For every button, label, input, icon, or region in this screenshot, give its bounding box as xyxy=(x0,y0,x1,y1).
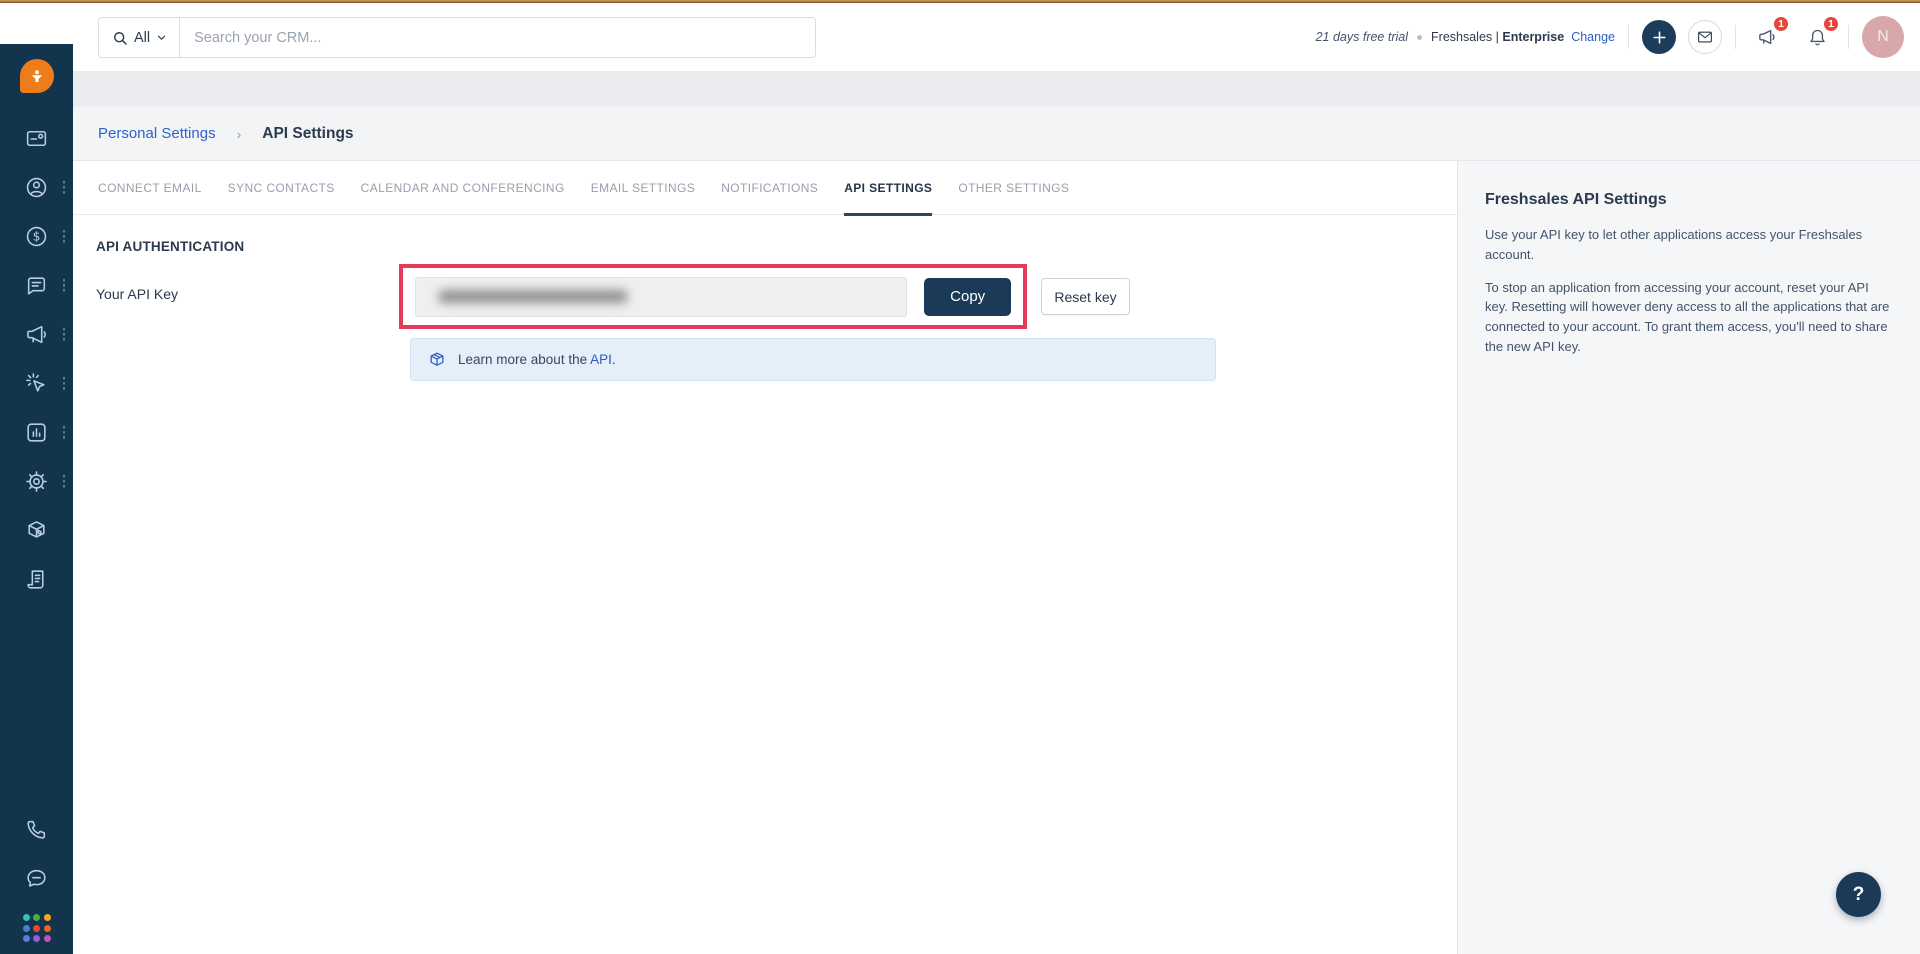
highlight-annotation: Copy xyxy=(399,264,1027,329)
topbar-right-cluster: 21 days free trial Freshsales | Enterpri… xyxy=(1316,14,1904,60)
divider xyxy=(1628,25,1629,49)
analytics-icon xyxy=(24,420,49,445)
tab-other-settings[interactable]: OTHER SETTINGS xyxy=(958,161,1069,215)
search-scope-label: All xyxy=(134,29,151,46)
kebab-menu-icon[interactable] xyxy=(62,180,65,194)
package-icon xyxy=(427,350,447,370)
svg-text:$: $ xyxy=(33,229,41,243)
sidebar-item-analytics[interactable] xyxy=(0,419,73,445)
conversations-icon xyxy=(24,273,49,298)
search-input[interactable] xyxy=(180,18,815,57)
sidebar-item-pipeline[interactable] xyxy=(0,125,73,151)
user-avatar[interactable]: N xyxy=(1862,16,1904,58)
tab-api-settings[interactable]: API SETTINGS xyxy=(844,161,933,216)
plan-name: Enterprise xyxy=(1502,30,1565,44)
api-docs-link[interactable]: API xyxy=(590,352,612,367)
search-scope-dropdown[interactable]: All xyxy=(99,18,181,57)
quick-add-button[interactable] xyxy=(1642,20,1676,54)
side-panel-paragraph: Use your API key to let other applicatio… xyxy=(1485,227,1863,262)
change-plan-link[interactable]: Change xyxy=(1571,30,1615,44)
api-key-value-redacted xyxy=(438,290,628,303)
sidebar-item-changelog[interactable] xyxy=(0,566,73,592)
tab-connect-email[interactable]: CONNECT EMAIL xyxy=(98,161,202,215)
topbar: All 21 days free trial Freshsales | Ente… xyxy=(0,3,1920,71)
kebab-menu-icon[interactable] xyxy=(62,229,65,243)
marketplace-cube-icon xyxy=(24,518,49,543)
header-strip xyxy=(73,71,1920,107)
tab-sync-contacts[interactable]: SYNC CONTACTS xyxy=(228,161,335,215)
api-key-field[interactable] xyxy=(415,276,908,317)
notifications-badge: 1 xyxy=(1822,15,1840,33)
apps-grid-icon[interactable] xyxy=(22,914,51,942)
settings-gear-icon xyxy=(24,469,49,494)
notifications-button[interactable]: 1 xyxy=(1799,15,1840,55)
freshworks-logo[interactable] xyxy=(19,59,54,93)
contacts-icon xyxy=(24,175,49,200)
sidebar-item-marketplace[interactable] xyxy=(0,517,73,543)
envelope-icon xyxy=(1696,28,1714,46)
sales-sequences-icon xyxy=(24,371,49,396)
phone-icon xyxy=(24,817,49,842)
top-accent-bar xyxy=(0,0,1920,3)
separator-dot xyxy=(1417,34,1423,40)
plus-icon xyxy=(1651,29,1668,46)
side-panel-title: Freshsales API Settings xyxy=(1485,191,1667,208)
email-button[interactable] xyxy=(1688,20,1722,54)
settings-tabs: CONNECT EMAIL SYNC CONTACTS CALENDAR AND C… xyxy=(73,161,1457,216)
sidebar-item-contacts[interactable] xyxy=(0,174,73,200)
section-title: API AUTHENTICATION xyxy=(96,239,245,254)
breadcrumb: Personal Settings › API Settings xyxy=(73,107,1920,161)
tab-notifications[interactable]: NOTIFICATIONS xyxy=(721,161,818,215)
announcements-button[interactable]: 1 xyxy=(1749,15,1790,55)
sidebar-item-chat[interactable] xyxy=(23,865,51,891)
sidebar-item-marketing[interactable] xyxy=(0,321,73,347)
divider xyxy=(1735,25,1736,49)
sidebar-item-phone[interactable] xyxy=(23,816,51,842)
api-key-label: Your API Key xyxy=(96,286,178,302)
sidebar-item-conversations[interactable] xyxy=(0,272,73,298)
global-search-bar: All xyxy=(98,17,816,58)
side-panel-paragraph: To stop an application from accessing yo… xyxy=(1485,279,1890,354)
sidebar-item-settings[interactable] xyxy=(0,468,73,494)
kebab-menu-icon[interactable] xyxy=(62,278,65,292)
announcements-badge: 1 xyxy=(1772,15,1790,33)
copy-button[interactable]: Copy xyxy=(924,277,1011,316)
sidebar-item-deals[interactable]: $ xyxy=(0,223,73,249)
info-banner-text: Learn more about the API. xyxy=(458,352,616,367)
chevron-down-icon xyxy=(156,32,167,43)
search-icon xyxy=(112,30,128,46)
sidebar-nav: $ xyxy=(0,125,73,615)
changelog-doc-icon xyxy=(24,567,49,592)
help-button[interactable]: ? xyxy=(1836,872,1881,917)
kebab-menu-icon[interactable] xyxy=(62,474,65,488)
product-plan-text: Freshsales | Enterprise xyxy=(1431,30,1565,44)
tab-calendar-and-conferencing[interactable]: CALENDAR AND CONFERENCING xyxy=(361,161,565,215)
sidebar-bottom xyxy=(22,816,51,954)
kebab-menu-icon[interactable] xyxy=(62,376,65,390)
sidebar-item-sales-sequences[interactable] xyxy=(0,370,73,396)
kebab-menu-icon[interactable] xyxy=(62,425,65,439)
divider xyxy=(1848,25,1849,49)
page-title: API Settings xyxy=(262,124,354,142)
kebab-menu-icon[interactable] xyxy=(62,327,65,341)
tab-email-settings[interactable]: EMAIL SETTINGS xyxy=(591,161,696,215)
api-info-banner: Learn more about the API. xyxy=(410,338,1216,381)
breadcrumb-parent-link[interactable]: Personal Settings xyxy=(98,125,216,142)
marketing-icon xyxy=(24,322,49,347)
breadcrumb-chevron-icon: › xyxy=(236,125,242,142)
trial-status-text: 21 days free trial xyxy=(1315,30,1409,44)
sidebar: $ xyxy=(0,44,73,954)
reset-key-button[interactable]: Reset key xyxy=(1041,278,1130,315)
help-side-panel: Freshsales API Settings Use your API key… xyxy=(1457,161,1920,954)
main-content: CONNECT EMAIL SYNC CONTACTS CALENDAR AND C… xyxy=(73,161,1457,954)
chat-bubble-icon xyxy=(24,866,49,891)
deals-icon: $ xyxy=(24,224,49,249)
pipeline-icon xyxy=(24,126,49,151)
